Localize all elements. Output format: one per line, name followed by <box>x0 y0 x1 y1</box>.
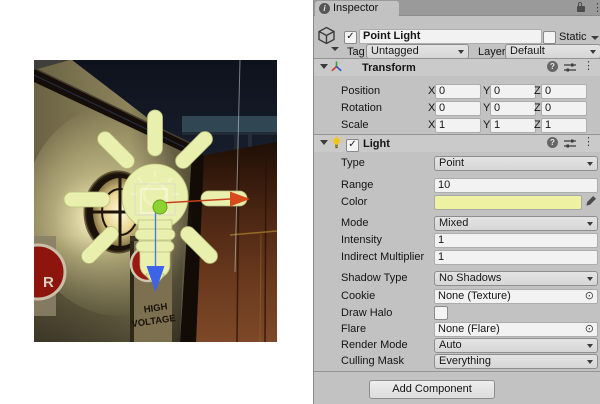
flare-label: Flare <box>341 323 366 336</box>
flare-object-field[interactable]: None (Flare)⊙ <box>434 322 598 337</box>
center-handle[interactable] <box>153 200 167 214</box>
culling-mask-dropdown[interactable]: Everything <box>434 354 598 369</box>
divider <box>314 371 600 372</box>
svg-text:R: R <box>43 274 54 291</box>
position-x-field[interactable]: 0 <box>435 84 481 99</box>
dropdown-arrow-icon <box>587 360 593 367</box>
dropdown-arrow-icon <box>458 50 464 57</box>
ceiling-beam <box>182 116 277 133</box>
eyedropper-icon[interactable] <box>585 195 597 208</box>
cookie-object-field[interactable]: None (Texture)⊙ <box>434 289 598 304</box>
range-label: Range <box>341 179 373 192</box>
help-icon[interactable]: ? <box>547 137 558 148</box>
range-field[interactable]: 10 <box>434 178 598 193</box>
tabbar-menu-icon[interactable]: ⋮ <box>592 3 600 14</box>
light-foldout-icon[interactable] <box>320 140 328 149</box>
gameobject-options-caret[interactable] <box>331 47 339 55</box>
transform-title: Transform <box>362 62 416 75</box>
scale-x-field[interactable]: 1 <box>435 118 481 133</box>
presets-icon[interactable] <box>564 63 576 72</box>
scale-y-field[interactable]: 1 <box>490 118 536 133</box>
tab-label: Inspector <box>333 1 378 16</box>
add-component-button[interactable]: Add Component <box>369 380 495 399</box>
light-menu-icon[interactable]: ⋮ <box>583 137 594 148</box>
shadow-type-label: Shadow Type <box>341 272 407 285</box>
static-label: Static <box>559 31 587 44</box>
cube-icon[interactable] <box>317 26 336 45</box>
rotation-label: Rotation <box>341 102 382 115</box>
transform-foldout-icon[interactable] <box>320 64 328 73</box>
static-dropdown-caret[interactable] <box>591 36 599 44</box>
help-icon[interactable]: ? <box>547 61 558 72</box>
culling-mask-label: Culling Mask <box>341 355 404 368</box>
dropdown-arrow-icon <box>587 162 593 169</box>
editor-window: R HIGH VOLTAGE <box>0 0 600 404</box>
light-title: Light <box>363 138 390 151</box>
shadow-type-dropdown[interactable]: No Shadows <box>434 271 598 286</box>
object-picker-icon[interactable]: ⊙ <box>585 323 594 336</box>
transform-menu-icon[interactable]: ⋮ <box>583 61 594 72</box>
scene-view[interactable]: R HIGH VOLTAGE <box>34 60 277 342</box>
tag-dropdown[interactable]: Untagged <box>366 44 469 59</box>
gameobject-name-field[interactable]: Point Light <box>359 29 542 44</box>
indirect-multiplier-field[interactable]: 1 <box>434 250 598 265</box>
intensity-field[interactable]: 1 <box>434 233 598 248</box>
type-dropdown[interactable]: Point <box>434 156 598 171</box>
rotation-z-field[interactable]: 0 <box>541 101 587 116</box>
light-enabled-checkbox[interactable]: ✓ <box>346 139 359 152</box>
draw-halo-checkbox[interactable] <box>434 306 448 320</box>
type-label: Type <box>341 157 365 170</box>
layer-dropdown[interactable]: Default <box>505 44 600 59</box>
inspector-panel: i Inspector ⋮ ✓ Point Light Static Tag U… <box>313 0 600 404</box>
dropdown-arrow-icon <box>587 277 593 284</box>
rotation-x-field[interactable]: 0 <box>435 101 481 116</box>
render-mode-label: Render Mode <box>341 339 408 352</box>
cookie-label: Cookie <box>341 290 375 303</box>
position-label: Position <box>341 85 380 98</box>
rotation-y-field[interactable]: 0 <box>490 101 536 116</box>
light-bulb-icon <box>330 136 343 150</box>
scale-z-field[interactable]: 1 <box>541 118 587 133</box>
dropdown-arrow-icon <box>587 344 593 351</box>
color-swatch[interactable] <box>434 195 582 210</box>
position-y-field[interactable]: 0 <box>490 84 536 99</box>
inspector-tabbar: i Inspector ⋮ <box>314 0 600 16</box>
scale-label: Scale <box>341 119 369 132</box>
tab-inspector[interactable]: i Inspector <box>315 1 399 16</box>
mode-label: Mode <box>341 217 369 230</box>
dropdown-arrow-icon <box>590 50 596 57</box>
transform-icon <box>330 60 343 73</box>
info-icon: i <box>319 3 330 14</box>
active-checkbox[interactable]: ✓ <box>344 31 357 44</box>
lock-icon[interactable] <box>577 6 585 12</box>
position-z-field[interactable]: 0 <box>541 84 587 99</box>
color-label: Color <box>341 196 367 209</box>
render-mode-dropdown[interactable]: Auto <box>434 338 598 353</box>
object-picker-icon[interactable]: ⊙ <box>585 290 594 303</box>
dropdown-arrow-icon <box>587 222 593 229</box>
presets-icon[interactable] <box>564 139 576 148</box>
mode-dropdown[interactable]: Mixed <box>434 216 598 231</box>
draw-halo-label: Draw Halo <box>341 307 392 320</box>
static-checkbox[interactable] <box>543 31 556 44</box>
indirect-multiplier-label: Indirect Multiplier <box>341 251 424 264</box>
intensity-label: Intensity <box>341 234 382 247</box>
